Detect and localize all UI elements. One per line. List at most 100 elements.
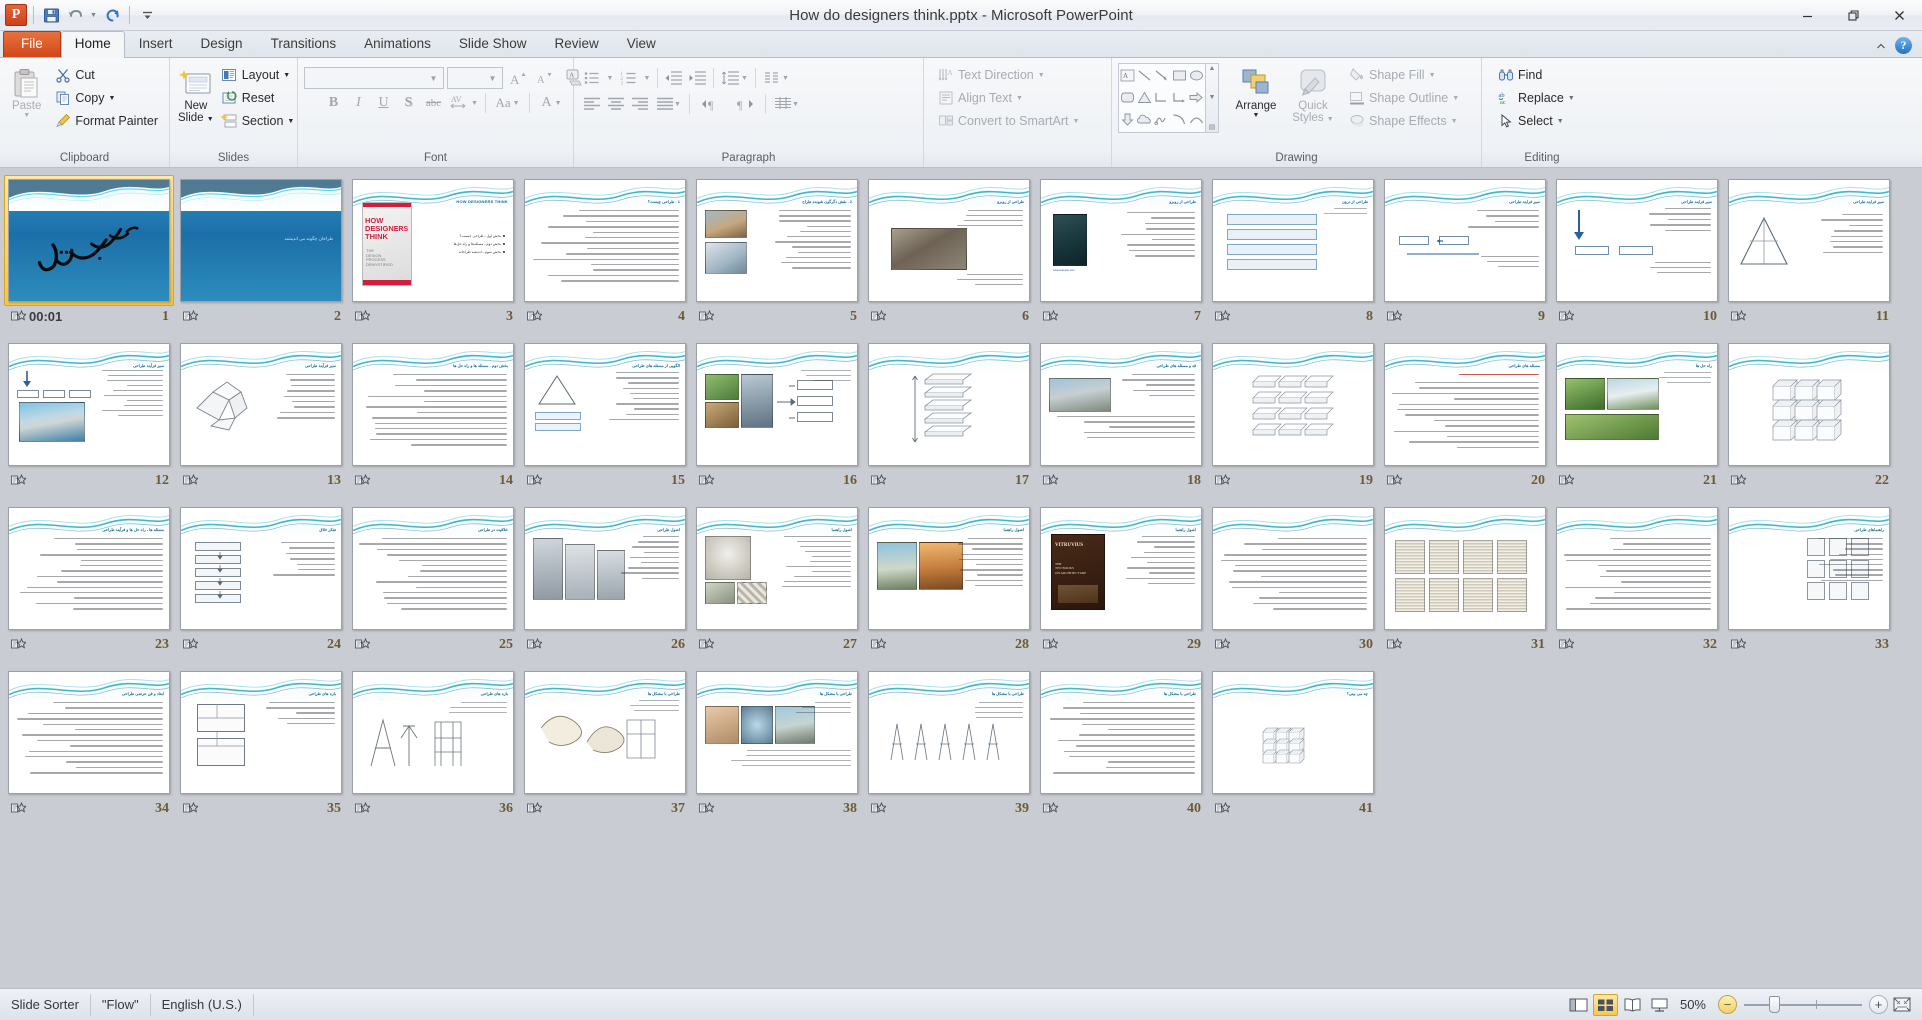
shape-scribble-icon[interactable]	[1153, 108, 1170, 130]
slide-preview[interactable]: تفکر خلاق	[180, 507, 342, 630]
transition-icon[interactable]	[1731, 310, 1747, 324]
transition-icon[interactable]	[699, 802, 715, 816]
slide-cell[interactable]: سیر فرآیند طراحی 12	[4, 339, 176, 491]
slide-preview[interactable]: HOW DESIGNERS THINK THE DESIGN PROCESS DEMYST…	[352, 179, 514, 302]
slide-thumbnail[interactable]: اصول راهنما VITRUVIUS THE TEN BOOKS ON ARC…	[1036, 503, 1206, 634]
strikethrough-button[interactable]: abc	[422, 92, 445, 114]
slide-preview[interactable]: الگویی از مسئله های طراحی	[524, 343, 686, 466]
slide-preview[interactable]: اصول راهنما	[868, 507, 1030, 630]
slide-thumbnail[interactable]	[1724, 339, 1894, 470]
convert-to-smartart-button[interactable]: Convert to SmartArt ▼	[934, 110, 1084, 132]
slide-preview[interactable]: سیر فرآیند طراحی	[8, 343, 170, 466]
slide-preview[interactable]: بخش دوم - مسئله ها و راه حل ها	[352, 343, 514, 466]
font-size-caret-icon[interactable]: ▼	[485, 74, 500, 83]
text-shadow-button[interactable]: S	[397, 92, 420, 114]
transition-icon[interactable]	[1043, 474, 1059, 488]
transition-icon[interactable]	[355, 310, 371, 324]
align-text-button[interactable]: Align Text ▼	[934, 87, 1084, 109]
normal-view-button[interactable]	[1566, 994, 1591, 1016]
slide-thumbnail[interactable]: سیر فرایند طراحی	[1724, 175, 1894, 306]
shape-rectangle-icon[interactable]	[1171, 64, 1188, 86]
slide-cell[interactable]: بخش دوم - مسئله ها و راه حل ها 14	[348, 339, 520, 491]
smartart-convert-small-button[interactable]: ▼	[770, 93, 803, 115]
transition-icon[interactable]	[871, 474, 887, 488]
undo-dropdown-icon[interactable]: ▼	[88, 4, 99, 26]
slide-preview[interactable]: اصول راهنما	[696, 507, 858, 630]
slide-thumbnail[interactable]: الگویی از مسئله های طراحی	[520, 339, 690, 470]
align-right-button[interactable]	[628, 93, 651, 115]
slide-cell[interactable]: سیر فرآیند طراحی 13	[176, 339, 348, 491]
find-button[interactable]: Find	[1494, 64, 1580, 86]
slide-thumbnail[interactable]	[1552, 503, 1722, 634]
tab-review[interactable]: Review	[540, 31, 612, 57]
transition-icon[interactable]	[1731, 474, 1747, 488]
transition-icon[interactable]	[527, 310, 543, 324]
slide-cell[interactable]: 31	[1380, 503, 1552, 655]
status-language[interactable]: English (U.S.)	[151, 994, 254, 1016]
shape-star-icon[interactable]	[1153, 130, 1170, 133]
quick-access-toolbar[interactable]: P ▼	[0, 0, 158, 30]
tab-file[interactable]: File	[3, 31, 61, 57]
ltr-direction-button[interactable]: ¶	[694, 93, 727, 115]
tab-transitions[interactable]: Transitions	[257, 31, 351, 57]
transition-icon[interactable]	[183, 474, 199, 488]
format-painter-button[interactable]: Format Painter	[51, 110, 163, 132]
transition-icon[interactable]	[11, 638, 27, 652]
slide-cell[interactable]: الگویی از مسئله های طراحی 15	[520, 339, 692, 491]
help-icon[interactable]: ?	[1895, 37, 1912, 54]
text-columns-button[interactable]: ▼	[760, 67, 793, 89]
minimize-button[interactable]	[1784, 0, 1830, 30]
slide-thumbnail[interactable]	[1208, 503, 1378, 634]
slide-thumbnail[interactable]: مسئله ها ، راه حل ها و فرآیند طراحی	[4, 503, 174, 634]
transition-icon[interactable]	[11, 310, 27, 324]
slide-thumbnail[interactable]: طراحی با مشکل ها	[1036, 667, 1206, 798]
slide-preview[interactable]: اصول راهنما VITRUVIUS THE TEN BOOKS ON ARC…	[1040, 507, 1202, 630]
numbering-button[interactable]: 123	[617, 67, 640, 89]
slide-cell[interactable]: طراحی با مشکل ها 40	[1036, 667, 1208, 819]
slide-thumbnail[interactable]: سیر فرایند طراحی	[1552, 175, 1722, 306]
slide-thumbnail[interactable]	[1380, 503, 1550, 634]
align-left-button[interactable]	[580, 93, 603, 115]
status-theme-name[interactable]: "Flow"	[91, 994, 151, 1016]
text-direction-button[interactable]: A Text Direction ▼	[934, 64, 1084, 86]
transition-icon[interactable]	[1043, 310, 1059, 324]
slide-cell[interactable]: سیر فرایند طراحی 10	[1552, 175, 1724, 327]
slide-thumbnail[interactable]: راهنماهای طراحی	[1724, 503, 1894, 634]
paste-button[interactable]: Paste ▼	[6, 63, 47, 122]
slide-preview[interactable]	[696, 343, 858, 466]
transition-icon[interactable]	[527, 474, 543, 488]
slide-cell[interactable]: طراحی با مشکل ها 39	[864, 667, 1036, 819]
slide-preview[interactable]: چه می بینی؟	[1212, 671, 1374, 794]
shapes-gallery-scrollbar[interactable]: ▲ ▼ ▤	[1206, 63, 1219, 133]
undo-icon[interactable]	[64, 4, 86, 26]
slide-cell[interactable]: خلاقیت در طراحی 25	[348, 503, 520, 655]
fit-slide-to-window-button[interactable]	[1890, 994, 1914, 1015]
gallery-scroll-up-icon[interactable]: ▲	[1209, 65, 1216, 72]
slide-preview[interactable]: راه حل ها	[1556, 343, 1718, 466]
arrange-caret-icon[interactable]: ▼	[1253, 112, 1260, 119]
transition-icon[interactable]	[183, 638, 199, 652]
slide-show-view-button[interactable]	[1647, 994, 1672, 1016]
slide-cell[interactable]: HOW DESIGNERS THINK THE DESIGN PROCESS DEMYST…	[348, 175, 520, 327]
slide-thumbnail[interactable]: سیر فرآیند طراحی	[176, 339, 346, 470]
customize-qat-icon[interactable]	[136, 4, 158, 26]
slide-thumbnail[interactable]: سیر فرآیند طراحی	[4, 339, 174, 470]
slide-preview[interactable]: ابعاد و فن عرضی طراحی	[8, 671, 170, 794]
slide-preview[interactable]: مسئله ها ، راه حل ها و فرآیند طراحی	[8, 507, 170, 630]
shape-arc-icon[interactable]	[1188, 108, 1205, 130]
transition-icon[interactable]	[699, 638, 715, 652]
slide-thumbnail[interactable]: خلاقیت در طراحی	[348, 503, 518, 634]
bullets-caret-icon[interactable]: ▼	[604, 67, 616, 89]
section-caret-icon[interactable]: ▼	[287, 118, 294, 125]
transition-icon[interactable]	[11, 802, 27, 816]
transition-icon[interactable]	[1043, 638, 1059, 652]
transition-icon[interactable]	[699, 474, 715, 488]
slide-thumbnail[interactable]: اصول راهنما	[864, 503, 1034, 634]
slide-cell[interactable]: بازه های طراحی 35	[176, 667, 348, 819]
slide-cell[interactable]: راه حل ها 21	[1552, 339, 1724, 491]
select-button[interactable]: Select ▼	[1494, 110, 1580, 132]
slide-cell[interactable]: اصول طراحی 26	[520, 503, 692, 655]
transition-icon[interactable]	[1215, 310, 1231, 324]
font-name-caret-icon[interactable]: ▼	[426, 74, 441, 83]
slide-preview[interactable]: طراحی با مشکل ها	[868, 671, 1030, 794]
